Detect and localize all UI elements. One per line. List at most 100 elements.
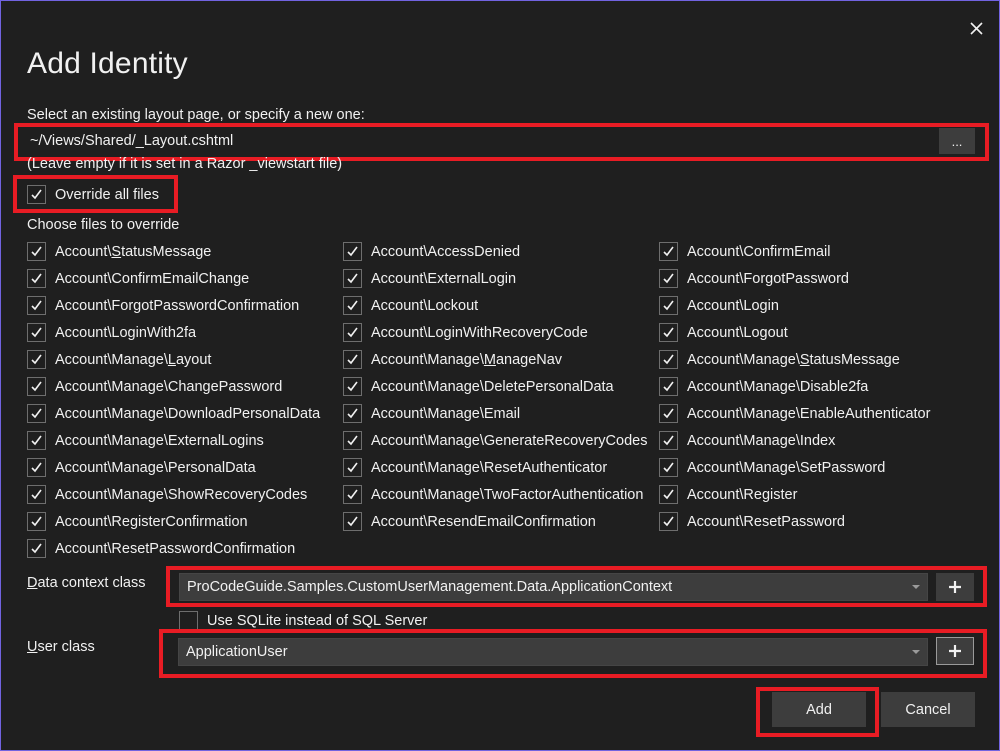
checkbox-box[interactable] xyxy=(659,404,678,423)
file-checkbox-item[interactable]: Account\Register xyxy=(659,485,797,504)
file-checkbox-item[interactable]: Account\LoginWith2fa xyxy=(27,323,196,342)
file-checkbox-item[interactable]: Account\Manage\ChangePassword xyxy=(27,377,282,396)
file-checkbox-item[interactable]: Account\LoginWithRecoveryCode xyxy=(343,323,588,342)
close-button[interactable] xyxy=(963,15,989,41)
browse-button[interactable]: ... xyxy=(939,128,975,154)
user-class-combobox[interactable]: ApplicationUser xyxy=(178,638,928,666)
checkbox-box[interactable] xyxy=(27,269,46,288)
file-checkbox-item[interactable]: Account\Manage\ResetAuthenticator xyxy=(343,458,607,477)
checkbox-box[interactable] xyxy=(27,242,46,261)
checkbox-box[interactable] xyxy=(343,296,362,315)
override-all-checkbox[interactable]: Override all files xyxy=(27,185,159,204)
checkbox-box[interactable] xyxy=(343,269,362,288)
file-checkbox-item[interactable]: Account\ConfirmEmail xyxy=(659,242,830,261)
file-checkbox-item[interactable]: Account\Manage\PersonalData xyxy=(27,458,256,477)
checkbox-box[interactable] xyxy=(659,431,678,450)
checkbox-box[interactable] xyxy=(659,485,678,504)
file-checkbox-item[interactable]: Account\StatusMessage xyxy=(27,242,211,261)
label-text: Account\Lockout xyxy=(371,297,479,314)
sqlite-checkbox[interactable]: Use SQLite instead of SQL Server xyxy=(179,611,427,630)
checkbox-box[interactable] xyxy=(343,350,362,369)
file-checkbox-item[interactable]: Account\AccessDenied xyxy=(343,242,520,261)
checkbox-box[interactable] xyxy=(27,296,46,315)
checkmark-icon xyxy=(31,462,42,473)
file-checkbox-item[interactable]: Account\ConfirmEmailChange xyxy=(27,269,249,288)
checkbox-box[interactable] xyxy=(659,269,678,288)
layout-hint: (Leave empty if it is set in a Razor _vi… xyxy=(27,156,343,172)
file-checkbox-item[interactable]: Account\Manage\SetPassword xyxy=(659,458,885,477)
layout-page-input[interactable] xyxy=(19,128,976,154)
checkbox-box[interactable] xyxy=(27,185,46,204)
checkbox-box[interactable] xyxy=(343,485,362,504)
accelerator-key: M xyxy=(483,351,496,368)
file-checkbox-item[interactable]: Account\Manage\ManageNav xyxy=(343,350,562,369)
file-checkbox-item[interactable]: Account\Manage\EnableAuthenticator xyxy=(659,404,930,423)
checkbox-box[interactable] xyxy=(659,296,678,315)
file-checkbox-item[interactable]: Account\ResetPasswordConfirmation xyxy=(27,539,295,558)
file-checkbox-item[interactable]: Account\Manage\Email xyxy=(343,404,520,423)
label-text: Account\Manage\SetPassword xyxy=(687,459,886,476)
file-checkbox-item[interactable]: Account\Manage\DownloadPersonalData xyxy=(27,404,320,423)
checkbox-box[interactable] xyxy=(27,323,46,342)
checkbox-box[interactable] xyxy=(179,611,198,630)
checkmark-icon xyxy=(347,489,358,500)
checkbox-box[interactable] xyxy=(27,485,46,504)
checkbox-box[interactable] xyxy=(659,512,678,531)
label-text: Account\ConfirmEmail xyxy=(687,243,831,260)
checkbox-box[interactable] xyxy=(659,458,678,477)
checkbox-box[interactable] xyxy=(343,404,362,423)
file-checkbox-item[interactable]: Account\ForgotPasswordConfirmation xyxy=(27,296,299,315)
label-text: Account\Manage\EnableAuthenticator xyxy=(687,405,931,422)
checkbox-box[interactable] xyxy=(659,323,678,342)
add-data-context-button[interactable] xyxy=(936,573,974,601)
checkbox-box[interactable] xyxy=(27,404,46,423)
checkbox-box[interactable] xyxy=(27,350,46,369)
dropdown-arrow-icon[interactable] xyxy=(912,585,920,589)
checkmark-icon xyxy=(347,246,358,257)
checkbox-box[interactable] xyxy=(343,458,362,477)
file-checkbox-item[interactable]: Account\Manage\Layout xyxy=(27,350,211,369)
file-checkbox-item[interactable]: Account\Manage\Index xyxy=(659,431,835,450)
add-user-class-button[interactable] xyxy=(936,637,974,665)
checkbox-box[interactable] xyxy=(27,512,46,531)
file-checkbox-item[interactable]: Account\Manage\ShowRecoveryCodes xyxy=(27,485,307,504)
file-checkbox-item[interactable]: Account\Manage\Disable2fa xyxy=(659,377,868,396)
add-button[interactable]: Add xyxy=(772,692,866,727)
checkbox-box[interactable] xyxy=(343,431,362,450)
data-context-combobox[interactable]: ProCodeGuide.Samples.CustomUserManagemen… xyxy=(179,573,928,601)
checkmark-icon xyxy=(663,408,674,419)
checkbox-box[interactable] xyxy=(27,431,46,450)
file-checkbox-item[interactable]: Account\Manage\TwoFactorAuthentication xyxy=(343,485,643,504)
checkbox-box[interactable] xyxy=(343,512,362,531)
checkbox-box[interactable] xyxy=(27,458,46,477)
label-text: Account\Register xyxy=(687,486,798,503)
dropdown-arrow-icon[interactable] xyxy=(912,650,920,654)
file-checkbox-item[interactable]: Account\ExternalLogin xyxy=(343,269,516,288)
file-checkbox-item[interactable]: Account\Manage\GenerateRecoveryCodes xyxy=(343,431,647,450)
checkbox-box[interactable] xyxy=(659,350,678,369)
file-checkbox-item[interactable]: Account\Manage\StatusMessage xyxy=(659,350,900,369)
file-checkbox-item[interactable]: Account\Lockout xyxy=(343,296,478,315)
checkbox-box[interactable] xyxy=(343,323,362,342)
label-text: Account\Manage\ExternalLogins xyxy=(55,432,264,449)
file-checkbox-item[interactable]: Account\ResendEmailConfirmation xyxy=(343,512,596,531)
file-checkbox-item[interactable]: Account\Login xyxy=(659,296,779,315)
checkmark-icon xyxy=(347,300,358,311)
file-checkbox-item[interactable]: Account\ForgotPassword xyxy=(659,269,849,288)
file-checkbox-item[interactable]: Account\Logout xyxy=(659,323,788,342)
checkbox-box[interactable] xyxy=(659,377,678,396)
checkbox-box[interactable] xyxy=(343,242,362,261)
label-text: Account\Manage\ResetAuthenticator xyxy=(371,459,608,476)
checkmark-icon xyxy=(663,273,674,284)
cancel-button[interactable]: Cancel xyxy=(881,692,975,727)
file-checkbox-item[interactable]: Account\ResetPassword xyxy=(659,512,845,531)
checkbox-box[interactable] xyxy=(659,242,678,261)
file-checkbox-item[interactable]: Account\RegisterConfirmation xyxy=(27,512,248,531)
checkbox-box[interactable] xyxy=(27,377,46,396)
checkbox-box[interactable] xyxy=(343,377,362,396)
file-checkbox-item[interactable]: Account\Manage\DeletePersonalData xyxy=(343,377,614,396)
file-checkbox-label: Account\ForgotPassword xyxy=(687,271,849,287)
checkbox-box[interactable] xyxy=(27,539,46,558)
file-checkbox-item[interactable]: Account\Manage\ExternalLogins xyxy=(27,431,264,450)
user-class-label: User class xyxy=(27,639,95,655)
